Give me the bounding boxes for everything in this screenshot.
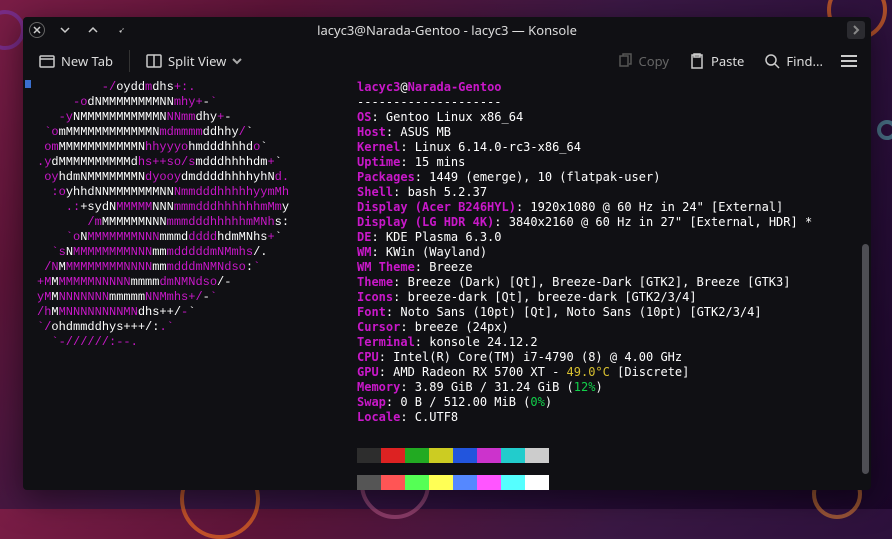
titlebar: lacyc3@Narada-Gentoo - lacyc3 — Konsole <box>23 17 871 45</box>
copy-button[interactable]: Copy <box>609 48 677 74</box>
find-label: Find... <box>786 52 823 70</box>
terminal-area[interactable]: -/oyddmdhs+:. -odNMMMMMMMMNNmhy+-` -yNMM… <box>23 78 871 490</box>
split-view-label: Split View <box>168 52 226 70</box>
window-title: lacyc3@Narada-Gentoo - lacyc3 — Konsole <box>23 21 871 39</box>
paste-label: Paste <box>711 52 744 70</box>
sysinfo-block: lacyc3@Narada-Gentoo -------------------… <box>341 80 812 490</box>
search-icon <box>764 53 780 69</box>
toolbar: New Tab Split View Copy Paste Find... <box>23 45 871 78</box>
color-palette <box>357 448 812 467</box>
split-view-icon <box>146 53 162 69</box>
hamburger-icon[interactable] <box>835 49 863 73</box>
paste-icon <box>689 53 705 69</box>
overflow-right-icon[interactable] <box>847 21 865 39</box>
new-tab-icon <box>39 53 55 69</box>
new-tab-button[interactable]: New Tab <box>31 48 121 74</box>
copy-icon <box>617 53 633 69</box>
pin-icon[interactable] <box>113 22 129 38</box>
ascii-logo: -/oyddmdhs+:. -odNMMMMMMMMNNmhy+-` -yNMM… <box>31 80 341 490</box>
paste-button[interactable]: Paste <box>681 48 752 74</box>
konsole-window: lacyc3@Narada-Gentoo - lacyc3 — Konsole … <box>23 17 871 490</box>
scrollbar-track[interactable] <box>861 82 869 482</box>
scrollbar-thumb[interactable] <box>862 244 869 474</box>
split-view-button[interactable]: Split View <box>138 48 250 74</box>
separator <box>129 50 130 72</box>
maximize-icon[interactable] <box>85 22 101 38</box>
find-button[interactable]: Find... <box>756 48 831 74</box>
new-tab-label: New Tab <box>61 52 113 70</box>
copy-label: Copy <box>639 52 669 70</box>
minimize-icon[interactable] <box>57 22 73 38</box>
chevron-down-icon <box>232 52 242 70</box>
close-icon[interactable] <box>29 22 45 38</box>
